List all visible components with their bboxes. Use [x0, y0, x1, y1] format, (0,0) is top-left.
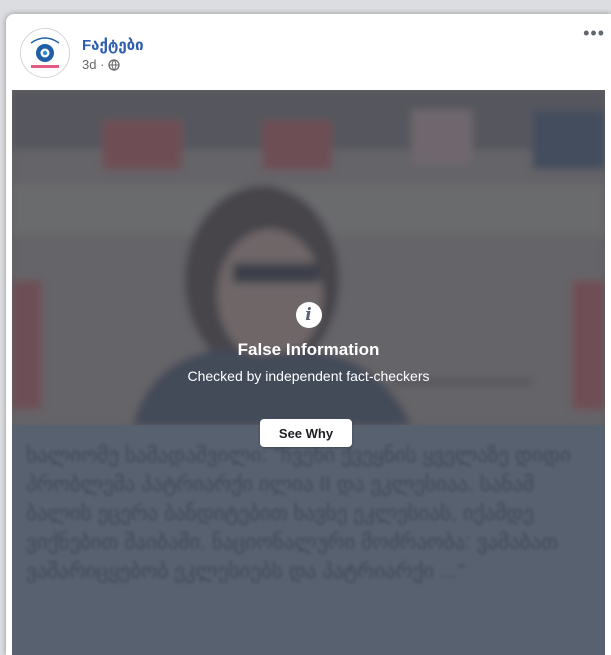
info-icon: i — [295, 302, 322, 328]
post-meta: 3d · — [82, 57, 121, 72]
myth-detector-logo-icon — [21, 29, 69, 77]
fact-check-title: False Information — [237, 340, 380, 359]
globe-icon — [108, 58, 121, 71]
fact-check-subtitle: Checked by independent fact-checkers — [187, 368, 430, 384]
more-options-button[interactable]: ••• — [583, 24, 605, 42]
page-avatar[interactable] — [20, 28, 70, 78]
fact-check-notice: i False Information Checked by independe… — [12, 302, 605, 384]
post-card: Fაქტები 3d · ••• ხალიომე სამადაშვილი: "ჩ… — [6, 14, 611, 655]
page-name-link[interactable]: Fაქტები — [82, 36, 144, 54]
see-why-button[interactable]: See Why — [260, 419, 352, 447]
post-timestamp[interactable]: 3d · — [82, 57, 104, 72]
post-media: ხალიომე სამადაშვილი: "ჩვენი ქვეყნის ყველ… — [12, 90, 605, 655]
post-header: Fაქტები 3d · ••• — [6, 14, 611, 90]
